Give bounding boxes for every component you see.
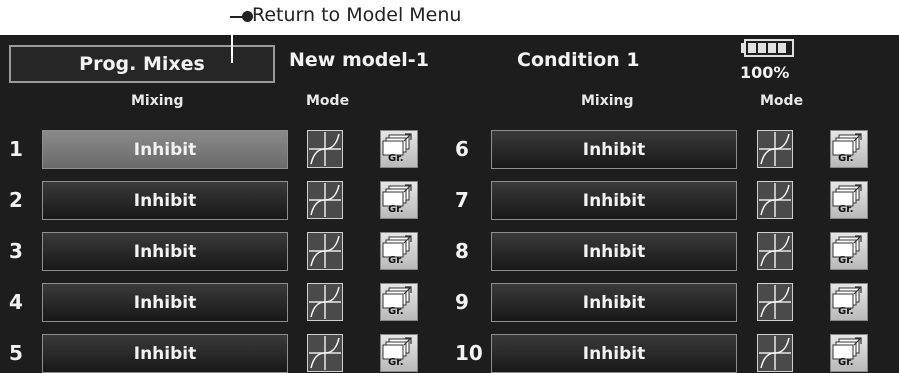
group-copy-icon[interactable]: Gr. [830, 232, 868, 270]
row-number: 10 [455, 341, 483, 365]
battery-icon [741, 39, 795, 57]
group-copy-icon[interactable]: Gr. [830, 283, 868, 321]
mixing-button[interactable]: Inhibit [42, 232, 288, 271]
callout-text: Return to Model Menu [252, 4, 462, 26]
row-number: 2 [9, 188, 23, 212]
mixing-button[interactable]: Inhibit [42, 181, 288, 220]
curve-graph-icon[interactable] [307, 334, 343, 372]
row-number: 5 [9, 341, 23, 365]
group-copy-icon[interactable]: Gr. [380, 334, 418, 372]
mixing-button[interactable]: Inhibit [491, 283, 737, 322]
mixing-button[interactable]: Inhibit [491, 130, 737, 169]
row-number: 1 [9, 137, 23, 161]
curve-graph-icon[interactable] [307, 232, 343, 270]
group-label: Gr. [388, 357, 404, 368]
mixing-button[interactable]: Inhibit [42, 130, 288, 169]
column-mixing-left: Mixing [131, 93, 184, 109]
mixing-button[interactable]: Inhibit [42, 334, 288, 373]
curve-graph-icon[interactable] [307, 283, 343, 321]
mixing-button[interactable]: Inhibit [491, 334, 737, 373]
group-label: Gr. [838, 306, 854, 317]
model-name: New model-1 [289, 49, 429, 71]
row-number: 7 [455, 188, 469, 212]
column-mixing-right: Mixing [581, 93, 634, 109]
group-label: Gr. [838, 357, 854, 368]
row-number: 8 [455, 239, 469, 263]
group-copy-icon[interactable]: Gr. [830, 334, 868, 372]
group-copy-icon[interactable]: Gr. [380, 283, 418, 321]
header: Prog. Mixes New model-1 Condition 1 100% [0, 35, 899, 87]
mixing-button[interactable]: Inhibit [491, 181, 737, 220]
group-label: Gr. [838, 204, 854, 215]
row-number: 4 [9, 290, 23, 314]
column-mode-left: Mode [306, 93, 350, 109]
group-label: Gr. [388, 255, 404, 266]
mixing-button[interactable]: Inhibit [42, 283, 288, 322]
prog-mixes-screen: Prog. Mixes New model-1 Condition 1 100%… [0, 35, 899, 373]
group-label: Gr. [388, 153, 404, 164]
curve-graph-icon[interactable] [757, 181, 793, 219]
battery-percent: 100% [740, 63, 790, 82]
curve-graph-icon[interactable] [307, 181, 343, 219]
group-copy-icon[interactable]: Gr. [830, 181, 868, 219]
group-label: Gr. [838, 255, 854, 266]
row-number: 6 [455, 137, 469, 161]
callout-line [231, 35, 233, 63]
curve-graph-icon[interactable] [757, 283, 793, 321]
return-to-model-menu-button[interactable]: Prog. Mixes [9, 45, 275, 83]
mixing-button[interactable]: Inhibit [491, 232, 737, 271]
group-copy-icon[interactable]: Gr. [830, 130, 868, 168]
column-mode-right: Mode [760, 93, 804, 109]
group-label: Gr. [388, 306, 404, 317]
group-label: Gr. [388, 204, 404, 215]
group-copy-icon[interactable]: Gr. [380, 130, 418, 168]
curve-graph-icon[interactable] [757, 334, 793, 372]
curve-graph-icon[interactable] [757, 130, 793, 168]
curve-graph-icon[interactable] [757, 232, 793, 270]
condition-name: Condition 1 [517, 49, 640, 71]
row-number: 3 [9, 239, 23, 263]
group-copy-icon[interactable]: Gr. [380, 232, 418, 270]
group-copy-icon[interactable]: Gr. [380, 181, 418, 219]
group-label: Gr. [838, 153, 854, 164]
curve-graph-icon[interactable] [307, 130, 343, 168]
row-number: 9 [455, 290, 469, 314]
